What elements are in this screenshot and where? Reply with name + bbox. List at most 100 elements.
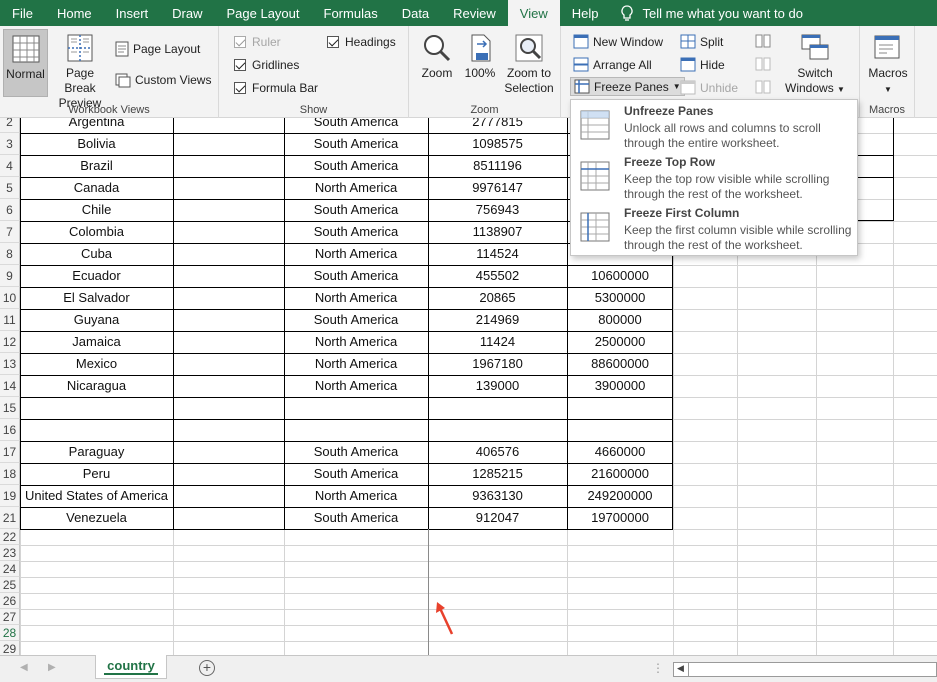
tab-data[interactable]: Data (390, 0, 441, 26)
cell-country[interactable]: Peru (20, 463, 173, 485)
row-header[interactable]: 23 (0, 545, 20, 561)
cell-population[interactable]: 21600000 (567, 463, 673, 485)
cell-area[interactable]: 2777815 (428, 118, 567, 133)
row-header[interactable]: 24 (0, 561, 20, 577)
cell-continent[interactable]: South America (284, 133, 428, 155)
row-header[interactable]: 26 (0, 593, 20, 609)
cell-area[interactable]: 406576 (428, 441, 567, 463)
cell-population[interactable]: 88600000 (567, 353, 673, 375)
horizontal-scrollbar[interactable]: ◀ (673, 662, 937, 677)
freeze-panes-button[interactable]: Freeze Panes ▼ (570, 77, 685, 96)
cell-population[interactable]: 800000 (567, 309, 673, 331)
zoom-100-button[interactable]: 100% (462, 33, 498, 81)
freeze-top-row-item[interactable]: Freeze Top Row Keep the top row visible … (571, 151, 857, 202)
synchronous-scrolling-icon[interactable] (755, 57, 771, 71)
cell-continent[interactable]: North America (284, 353, 428, 375)
cell-country[interactable]: Nicaragua (20, 375, 173, 397)
row-header[interactable]: 19 (0, 485, 20, 507)
cell-area[interactable]: 11424 (428, 331, 567, 353)
row-header[interactable]: 17 (0, 441, 20, 463)
page-break-preview-button[interactable]: Page Break Preview (50, 33, 110, 111)
cell-area[interactable]: 1098575 (428, 133, 567, 155)
cell-country[interactable]: Bolivia (20, 133, 173, 155)
cell-continent[interactable]: South America (284, 507, 428, 529)
cell-population[interactable] (567, 397, 673, 419)
cell-country[interactable]: United States of America (20, 485, 173, 507)
sheet-nav-next-icon[interactable]: ▶ (48, 662, 56, 673)
cell-country[interactable]: Argentina (20, 118, 173, 133)
tab-draw[interactable]: Draw (160, 0, 214, 26)
cell-continent[interactable]: North America (284, 485, 428, 507)
cell-area[interactable]: 1967180 (428, 353, 567, 375)
cell-country[interactable] (20, 419, 173, 441)
cell-continent[interactable]: South America (284, 441, 428, 463)
cell-area[interactable]: 139000 (428, 375, 567, 397)
tab-home[interactable]: Home (45, 0, 104, 26)
cell-population[interactable]: 19700000 (567, 507, 673, 529)
custom-views-button[interactable]: Custom Views (115, 72, 211, 88)
cell-area[interactable]: 1285215 (428, 463, 567, 485)
row-header[interactable]: 28 (0, 625, 20, 641)
row-header[interactable]: 2 (0, 118, 20, 133)
cell-country[interactable]: El Salvador (20, 287, 173, 309)
cell-country[interactable]: Ecuador (20, 265, 173, 287)
row-header[interactable]: 6 (0, 199, 20, 221)
cell-country[interactable] (20, 397, 173, 419)
cell-country[interactable]: Colombia (20, 221, 173, 243)
zoom-to-selection-button[interactable]: Zoom to Selection (501, 33, 557, 96)
cell-area[interactable]: 20865 (428, 287, 567, 309)
tab-formulas[interactable]: Formulas (312, 0, 390, 26)
cell-country[interactable]: Paraguay (20, 441, 173, 463)
unhide-button[interactable]: Unhide (680, 80, 738, 95)
cell-population[interactable]: 5300000 (567, 287, 673, 309)
tab-view[interactable]: View (507, 0, 560, 26)
cell-continent[interactable]: South America (284, 309, 428, 331)
row-header[interactable]: 7 (0, 221, 20, 243)
zoom-button[interactable]: Zoom (417, 33, 457, 81)
cell-continent[interactable]: South America (284, 118, 428, 133)
cell-area[interactable]: 1138907 (428, 221, 567, 243)
cell-continent[interactable] (284, 397, 428, 419)
cell-country[interactable]: Venezuela (20, 507, 173, 529)
cell-country[interactable]: Jamaica (20, 331, 173, 353)
headings-checkbox[interactable]: Headings (327, 35, 396, 49)
macros-button[interactable]: Macros ▼ (864, 33, 912, 97)
scroll-left-icon[interactable]: ◀ (677, 663, 684, 674)
row-header[interactable]: 12 (0, 331, 20, 353)
row-header[interactable]: 22 (0, 529, 20, 545)
cell-continent[interactable]: South America (284, 265, 428, 287)
cell-area[interactable]: 114524 (428, 243, 567, 265)
tab-insert[interactable]: Insert (104, 0, 161, 26)
cell-area[interactable]: 9363130 (428, 485, 567, 507)
cell-continent[interactable]: South America (284, 155, 428, 177)
cell-continent[interactable]: North America (284, 177, 428, 199)
cell-country[interactable]: Brazil (20, 155, 173, 177)
cell-population[interactable]: 2500000 (567, 331, 673, 353)
tell-me-search[interactable]: Tell me what you want to do (611, 0, 803, 26)
cell-country[interactable]: Cuba (20, 243, 173, 265)
row-header[interactable]: 25 (0, 577, 20, 593)
switch-windows-button[interactable]: Switch Windows ▼ (783, 33, 847, 97)
tab-page-layout[interactable]: Page Layout (215, 0, 312, 26)
row-header[interactable]: 13 (0, 353, 20, 375)
sheet-nav-prev-icon[interactable]: ◀ (20, 662, 28, 673)
cell-population[interactable]: 10600000 (567, 265, 673, 287)
row-header[interactable]: 10 (0, 287, 20, 309)
cell-country[interactable]: Chile (20, 199, 173, 221)
cell-area[interactable] (428, 419, 567, 441)
row-header[interactable]: 11 (0, 309, 20, 331)
cell-continent[interactable]: South America (284, 463, 428, 485)
hide-button[interactable]: Hide (680, 57, 725, 72)
normal-view-button[interactable]: Normal (3, 29, 48, 97)
row-header[interactable]: 15 (0, 397, 20, 419)
sheet-tab-country[interactable]: country (95, 655, 167, 679)
cell-continent[interactable]: North America (284, 375, 428, 397)
row-header[interactable]: 27 (0, 609, 20, 625)
split-button[interactable]: Split (680, 34, 723, 49)
cell-continent[interactable]: North America (284, 331, 428, 353)
cell-area[interactable]: 756943 (428, 199, 567, 221)
formula-bar-checkbox[interactable]: Formula Bar (234, 81, 318, 95)
cell-area[interactable]: 9976147 (428, 177, 567, 199)
tab-file[interactable]: File (0, 0, 45, 26)
cell-population[interactable]: 3900000 (567, 375, 673, 397)
